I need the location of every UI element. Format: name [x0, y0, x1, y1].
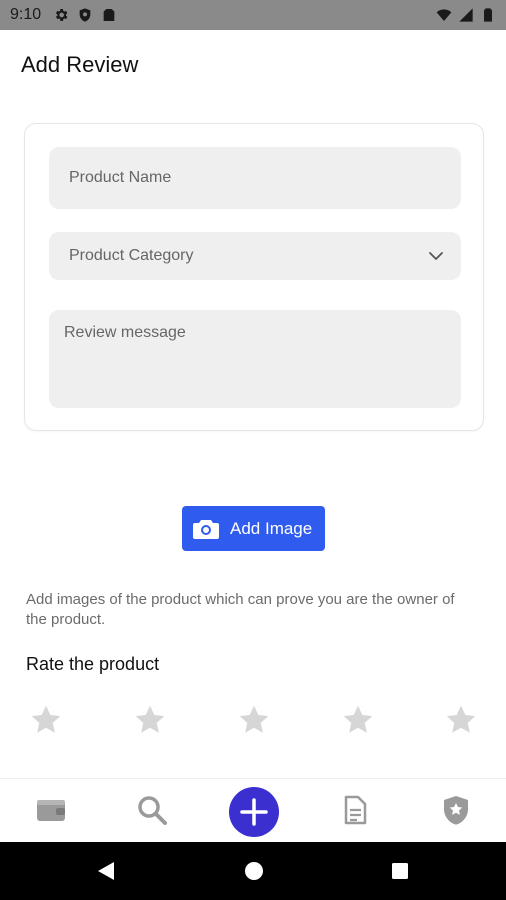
add-icon: [240, 798, 268, 826]
recents-icon[interactable]: [390, 861, 410, 886]
product-category-select[interactable]: Product Category: [49, 232, 461, 280]
back-icon[interactable]: [96, 861, 116, 886]
product-name-input[interactable]: Product Name: [49, 147, 461, 209]
battery-icon: [480, 7, 496, 23]
star-2-icon[interactable]: [132, 702, 168, 738]
sim-card-icon: [101, 7, 117, 23]
chevron-down-icon: [427, 247, 445, 265]
product-name-placeholder: Product Name: [69, 169, 172, 186]
status-bar: 9:10: [0, 0, 506, 30]
star-4-icon[interactable]: [340, 702, 376, 738]
document-icon[interactable]: [338, 793, 372, 827]
product-category-placeholder: Product Category: [69, 247, 194, 264]
add-image-button[interactable]: Add Image: [182, 506, 325, 551]
star-3-icon[interactable]: [236, 702, 272, 738]
shield-icon: [77, 7, 93, 23]
shield-star-icon[interactable]: [439, 793, 473, 827]
review-form-card: Product Name Product Category Review mes…: [24, 123, 484, 431]
helper-text: Add images of the product which can prov…: [26, 591, 455, 628]
wifi-icon: [436, 7, 452, 23]
add-image-label: Add Image: [230, 518, 313, 538]
bottom-nav: [0, 778, 506, 842]
review-message-placeholder: Review message: [64, 324, 186, 341]
review-message-textarea[interactable]: Review message: [49, 310, 461, 408]
star-5-icon[interactable]: [443, 702, 479, 738]
system-navigation-bar: [0, 842, 506, 900]
home-icon[interactable]: [244, 861, 264, 886]
star-rating[interactable]: [0, 702, 506, 742]
star-1-icon[interactable]: [28, 702, 64, 738]
status-time: 9:10: [10, 6, 42, 23]
signal-icon: [458, 7, 474, 23]
add-review-fab[interactable]: [229, 787, 279, 837]
gear-icon: [53, 7, 69, 23]
wallet-icon[interactable]: [34, 793, 68, 827]
page-title: Add Review: [21, 52, 139, 77]
rate-title: Rate the product: [26, 654, 160, 674]
camera-icon: [193, 518, 219, 540]
search-icon[interactable]: [135, 793, 169, 827]
